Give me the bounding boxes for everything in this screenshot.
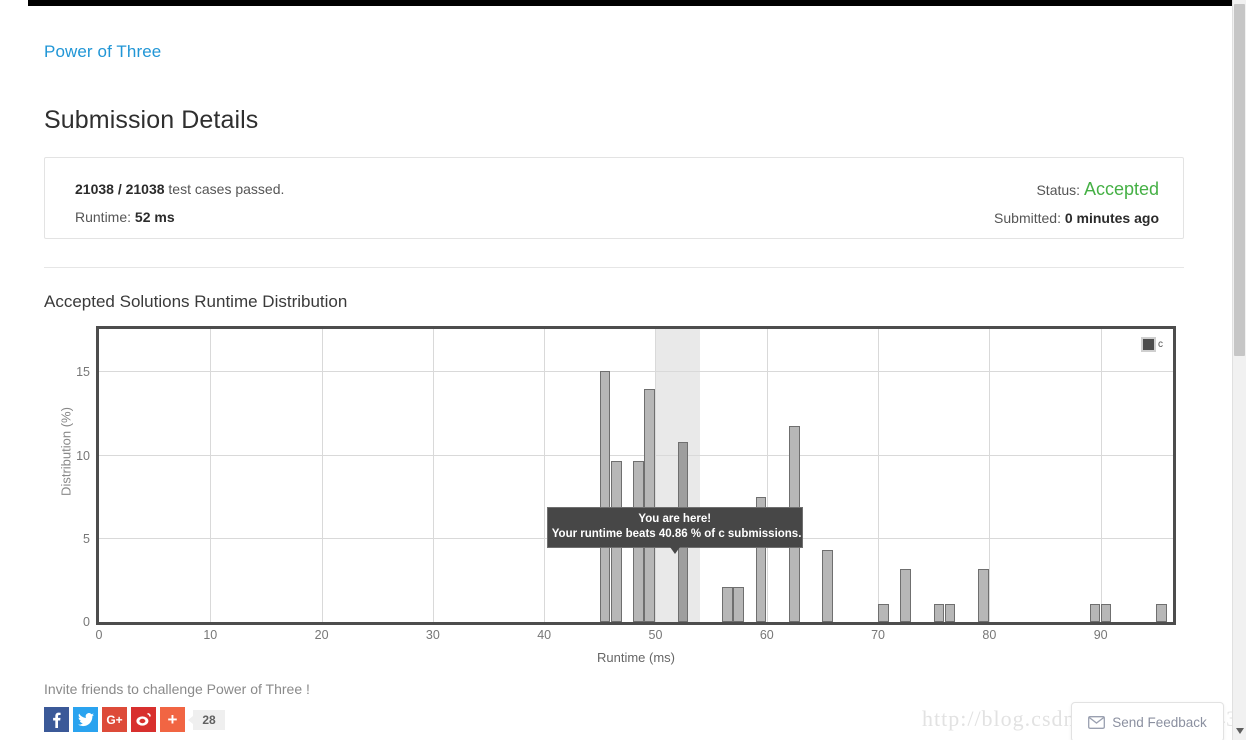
- histogram-bar[interactable]: [945, 604, 956, 622]
- chart-plot-area[interactable]: c: [96, 326, 1176, 625]
- histogram-bar[interactable]: [1156, 604, 1167, 622]
- histogram-bar[interactable]: [1090, 604, 1101, 622]
- test-cases-count: 21038 / 21038: [75, 181, 165, 197]
- gridline-vertical: [322, 329, 323, 622]
- chart-legend: c: [1141, 337, 1163, 352]
- histogram-bar[interactable]: [644, 389, 655, 622]
- histogram-bar[interactable]: [934, 604, 945, 622]
- gridline-vertical: [989, 329, 990, 622]
- submission-summary-panel: 21038 / 21038 test cases passed. Runtime…: [44, 157, 1184, 239]
- page-title: Submission Details: [44, 106, 1184, 135]
- test-cases-suffix: test cases passed.: [165, 181, 285, 197]
- gridline-vertical: [878, 329, 879, 622]
- tooltip-line-1: You are here!: [552, 512, 798, 527]
- envelope-icon: [1088, 716, 1105, 729]
- x-axis-ticks: 0 10 20 30 40 50 60 70 80 90: [96, 628, 1182, 650]
- x-axis-tick-label: 10: [203, 628, 217, 642]
- gridline-vertical: [767, 329, 768, 622]
- submitted-line: Submitted: 0 minutes ago: [994, 204, 1159, 232]
- x-axis-tick-label: 30: [426, 628, 440, 642]
- more-share-icon[interactable]: +: [160, 707, 185, 732]
- histogram-bar[interactable]: [978, 569, 989, 622]
- gridline-horizontal: [99, 455, 1173, 456]
- x-axis-tick-label: 40: [537, 628, 551, 642]
- chart-section-title: Accepted Solutions Runtime Distribution: [44, 292, 1184, 312]
- page-container: Power of Three Submission Details 21038 …: [0, 6, 1232, 740]
- gridline-horizontal: [99, 371, 1173, 372]
- breadcrumb-problem-link[interactable]: Power of Three: [44, 42, 161, 62]
- you-are-here-tooltip: You are here! Your runtime beats 40.86 %…: [547, 507, 803, 548]
- x-axis-tick-label: 80: [982, 628, 996, 642]
- status-badge: Accepted: [1084, 179, 1159, 199]
- histogram-bar[interactable]: [1101, 604, 1112, 622]
- y-axis-tick-label: 5: [44, 532, 90, 546]
- x-axis-tick-label: 50: [649, 628, 663, 642]
- scroll-down-arrow-icon[interactable]: [1236, 728, 1244, 734]
- gridline-vertical: [1101, 329, 1102, 622]
- submitted-value: 0 minutes ago: [1065, 210, 1159, 226]
- histogram-bar[interactable]: [722, 587, 733, 622]
- x-axis-tick-label: 0: [96, 628, 103, 642]
- gridline-vertical: [433, 329, 434, 622]
- weibo-eye-icon: [136, 713, 151, 726]
- google-plus-share-icon[interactable]: G+: [102, 707, 127, 732]
- invite-text: Invite friends to challenge Power of Thr…: [44, 681, 1184, 697]
- status-label: Status:: [1036, 182, 1083, 198]
- y-axis-tick-label: 0: [44, 615, 90, 629]
- summary-left-column: 21038 / 21038 test cases passed. Runtime…: [75, 175, 284, 231]
- twitter-share-icon[interactable]: [73, 707, 98, 732]
- twitter-bird-icon: [78, 713, 94, 727]
- gridline-vertical: [544, 329, 545, 622]
- y-axis-tick-label: 15: [44, 365, 90, 379]
- test-cases-line: 21038 / 21038 test cases passed.: [75, 175, 284, 203]
- histogram-bar[interactable]: [878, 604, 889, 622]
- x-axis-tick-label: 20: [315, 628, 329, 642]
- send-feedback-label: Send Feedback: [1112, 715, 1207, 730]
- gridline-vertical: [210, 329, 211, 622]
- summary-right-column: Status: Accepted Submitted: 0 minutes ag…: [994, 175, 1159, 232]
- y-axis-label: Distribution (%): [59, 382, 74, 522]
- plus-glyph-icon: +: [168, 710, 178, 730]
- runtime-line: Runtime: 52 ms: [75, 203, 284, 231]
- runtime-value: 52 ms: [135, 209, 175, 225]
- status-line: Status: Accepted: [994, 175, 1159, 204]
- x-axis-tick-label: 60: [760, 628, 774, 642]
- page-scrollbar[interactable]: [1232, 0, 1246, 740]
- facebook-glyph-icon: [52, 712, 61, 728]
- scrollbar-thumb[interactable]: [1234, 4, 1245, 356]
- legend-swatch-c: [1141, 337, 1156, 352]
- runtime-distribution-chart: 0 5 10 15 Distribution (%) c You are here! …: [44, 326, 1184, 671]
- x-axis-tick-label: 70: [871, 628, 885, 642]
- share-count-badge: 28: [193, 710, 225, 730]
- facebook-share-icon[interactable]: [44, 707, 69, 732]
- google-plus-glyph-icon: G+: [106, 713, 122, 727]
- x-axis-label: Runtime (ms): [96, 650, 1176, 665]
- histogram-bar[interactable]: [900, 569, 911, 622]
- histogram-bar[interactable]: [600, 371, 611, 622]
- runtime-label: Runtime:: [75, 209, 135, 225]
- tooltip-line-2: Your runtime beats 40.86 % of c submissi…: [552, 527, 798, 542]
- histogram-bar[interactable]: [733, 587, 744, 622]
- weibo-share-icon[interactable]: [131, 707, 156, 732]
- send-feedback-button[interactable]: Send Feedback: [1071, 702, 1224, 740]
- submitted-label: Submitted:: [994, 210, 1065, 226]
- tooltip-arrow: [670, 547, 680, 554]
- x-axis-tick-label: 90: [1094, 628, 1108, 642]
- section-divider: [44, 267, 1184, 268]
- legend-label-c: c: [1158, 339, 1163, 350]
- content-column: Power of Three Submission Details 21038 …: [44, 6, 1184, 732]
- histogram-bar[interactable]: [822, 550, 833, 622]
- gridline-vertical: [655, 329, 656, 622]
